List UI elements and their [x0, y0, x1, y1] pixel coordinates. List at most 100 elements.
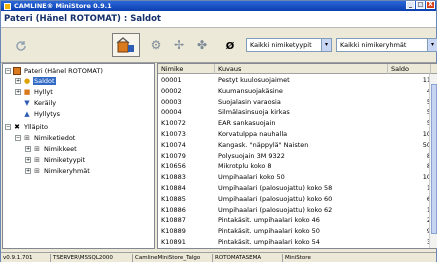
expand-icon[interactable]: + [15, 89, 21, 95]
table-row[interactable]: K10074 Kangask. "näppylä" Naisten 50 [158, 140, 431, 151]
collapse-icon[interactable]: − [15, 135, 21, 141]
tree-node-yllapito[interactable]: − ✖ Ylläpito [5, 122, 49, 132]
expand-icon[interactable]: + [25, 146, 31, 152]
group-filter-dropdown[interactable]: Kaikki nimikeryhmät ▾ [336, 38, 437, 52]
table-row[interactable]: K10656 Mikrotplu koko 8 8 [158, 161, 431, 172]
tree-node-saldot[interactable]: + ● Saldot [15, 76, 56, 86]
cell-nimike: K10079 [161, 151, 186, 160]
gear-icon[interactable]: ⚙ [146, 35, 166, 55]
cell-saldo: 8 [389, 161, 431, 172]
tree-node-keraily[interactable]: ▼ Keräily [23, 98, 57, 108]
cell-nimike: 00003 [161, 97, 182, 106]
coins-icon: ● [23, 77, 31, 85]
storage-home-button[interactable] [112, 33, 140, 57]
cell-saldo: 10 [422, 173, 431, 182]
close-button[interactable]: X [426, 1, 435, 9]
refresh-icon[interactable] [11, 36, 31, 56]
group-filter-value: Kaikki nimikeryhmät [340, 41, 407, 49]
title-bar[interactable]: CAMLINE® MiniStore 0.9.1 _ □ X [1, 1, 436, 11]
expand-icon[interactable]: + [25, 168, 31, 174]
expand-icon[interactable]: + [15, 78, 21, 84]
item-types-icon: ⊞ [34, 156, 40, 164]
table-row[interactable]: 00002 Kuumansuojakäsine 4 [158, 86, 431, 97]
cell-saldo: 50 [422, 140, 431, 149]
app-icon [4, 2, 11, 10]
column-header-kuvaus[interactable]: Kuvaus [215, 64, 388, 74]
picking-icon: ▼ [24, 99, 30, 107]
storage-icon [13, 67, 21, 75]
tree-node-hyllytys[interactable]: ▲ Hyllytys [23, 109, 61, 119]
cell-kuvaus: EAR sankasuojain [218, 119, 276, 128]
tree-node-nimikkeet[interactable]: + ⊞ Nimikkeet [25, 144, 78, 154]
type-filter-dropdown[interactable]: Kaikki nimiketyypit ▾ [246, 38, 332, 52]
minimize-button[interactable]: _ [406, 1, 415, 9]
table-row[interactable]: K10889 Pintakäsit. umpihaalari koko 50 9 [158, 226, 431, 237]
breadcrumb: Pateri (Hänel ROTOMAT) : Saldot [1, 11, 436, 28]
cell-kuvaus: Umpihaalari (palosuojattu) koko 62 [218, 205, 333, 214]
cell-nimike: K10889 [161, 227, 186, 236]
cell-kuvaus: Suojalasin varaosia [218, 97, 281, 106]
shelf-icon: ■ [23, 88, 31, 96]
table-row[interactable]: K10886 Umpihaalari (palosuojattu) koko 62… [158, 205, 431, 216]
table-row[interactable]: K10883 Umpihaalari koko 50 10 [158, 172, 431, 183]
cell-kuvaus: Silmälasinsuoja kirkas [218, 108, 290, 117]
clear-filter-button[interactable]: Ø [220, 36, 240, 56]
table-row[interactable]: 00003 Suojalasin varaosia 5 [158, 97, 431, 108]
cell-kuvaus: Kangask. "näppylä" Naisten [218, 140, 309, 149]
shelving-icon: ▲ [24, 110, 30, 118]
add-item-icon[interactable]: ✢ [169, 35, 189, 55]
column-header-nimike[interactable]: Nimike [158, 64, 215, 74]
vertical-scrollbar[interactable] [429, 74, 437, 248]
table-row[interactable]: 00004 Silmälasinsuoja kirkas 5 [158, 107, 431, 118]
tools-icon: ✖ [14, 123, 20, 131]
scrollbar-thumb[interactable] [431, 84, 437, 234]
column-header-saldo[interactable]: Saldo [388, 64, 431, 74]
table-row[interactable]: K10887 Pintakäsit. umpihaalari koko 46 2 [158, 215, 431, 226]
move-item-icon[interactable]: ✤ [192, 35, 212, 55]
table-row[interactable]: K10891 Pintakäsit. umpihaalari koko 54 3 [158, 237, 431, 248]
table-row[interactable]: 00001 Pestyt kuulosuojaimet 11 [158, 75, 431, 86]
maximize-button[interactable]: □ [416, 1, 425, 9]
window-title: CAMLINE® MiniStore 0.9.1 [14, 2, 112, 10]
navigation-tree[interactable]: − Pateri (Hänel ROTOMAT) + ● Saldot + ■ … [2, 63, 155, 249]
stock-table[interactable]: Nimike Kuvaus Saldo 00001 Pestyt kuulosuo… [157, 63, 437, 249]
table-row[interactable]: K10884 Umpihaalari (palosuojattu) koko 58… [158, 183, 431, 194]
table-header: Nimike Kuvaus Saldo [158, 64, 437, 74]
tree-node-nimikeryhmat[interactable]: + ⊞ Nimikeryhmät [25, 166, 91, 176]
table-row[interactable]: K10072 EAR sankasuojain 5 [158, 118, 431, 129]
cell-nimike: 00002 [161, 86, 182, 95]
cell-saldo: 8 [389, 151, 431, 162]
cell-saldo: 5 [389, 118, 431, 129]
cell-kuvaus: Polysuojain 3M 9322 [218, 151, 285, 160]
status-version: v0.9.1.701 [1, 254, 51, 262]
expand-icon[interactable]: + [25, 157, 31, 163]
cell-kuvaus: Mikrotplu koko 8 [218, 162, 272, 171]
table-row[interactable]: K10885 Umpihaalari (palosuojattu) koko 60… [158, 194, 431, 205]
table-row[interactable]: K10073 Korvatulppa nauhalla 10 [158, 129, 431, 140]
tree-node-nimiketiedot[interactable]: − ⊞ Nimiketiedot [15, 133, 76, 143]
status-server: TSERVER\MSSQL2000 [51, 254, 133, 262]
tree-node-hyllyt[interactable]: + ■ Hyllyt [15, 87, 54, 97]
table-row[interactable]: K10079 Polysuojain 3M 9322 8 [158, 151, 431, 162]
cell-saldo: 9 [389, 226, 431, 237]
tree-node-root[interactable]: − Pateri (Hänel ROTOMAT) [5, 66, 104, 76]
status-app: MiniStore [285, 255, 311, 261]
tree-node-nimiketyypit[interactable]: + ⊞ Nimiketyypit [25, 155, 86, 165]
toolbar: ⚙ ✢ ✤ Ø Kaikki nimiketyypit ▾ Kaikki nim… [1, 29, 437, 63]
cell-kuvaus: Umpihaalari (palosuojattu) koko 60 [218, 194, 333, 203]
cell-nimike: K10074 [161, 140, 186, 149]
type-filter-value: Kaikki nimiketyypit [250, 41, 312, 49]
main-window: CAMLINE® MiniStore 0.9.1 _ □ X Pateri (H… [0, 0, 437, 262]
chevron-down-icon[interactable]: ▾ [321, 39, 331, 51]
cell-kuvaus: Umpihaalari koko 50 [218, 173, 285, 182]
cell-saldo: 2 [389, 215, 431, 226]
cell-saldo: 11 [422, 76, 431, 84]
cell-saldo: 1 [389, 205, 431, 216]
chevron-down-icon[interactable]: ▾ [427, 39, 437, 51]
cell-saldo: 10 [422, 130, 431, 138]
cell-nimike: K10886 [161, 205, 186, 214]
cell-saldo: 4 [389, 86, 431, 97]
cell-saldo: 6 [389, 194, 431, 205]
collapse-icon[interactable]: − [5, 68, 11, 74]
collapse-icon[interactable]: − [5, 124, 11, 130]
